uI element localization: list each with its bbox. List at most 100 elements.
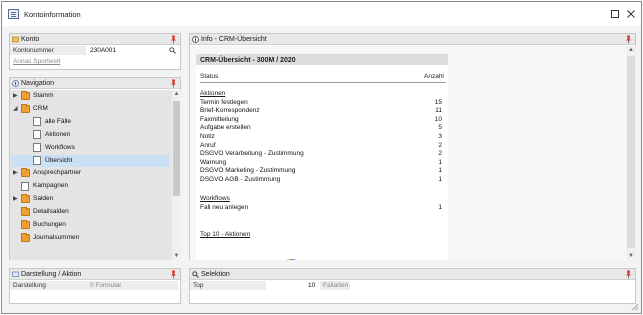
darstellung-label: Darstellung: [13, 282, 46, 289]
pin-icon[interactable]: [625, 35, 632, 44]
report-row-label: Aufgabe erstellen: [200, 124, 251, 132]
nav-item[interactable]: alle Fälle: [11, 116, 169, 128]
search-icon[interactable]: [169, 47, 176, 54]
report-row-count: 1: [438, 167, 442, 175]
navigation-scrollbar[interactable]: ▲ ▼: [172, 90, 181, 260]
fallarten-input[interactable]: [350, 281, 634, 290]
nav-item[interactable]: Kampagnen: [11, 180, 169, 192]
nav-item[interactable]: ▶ Stamm: [11, 90, 169, 102]
nav-item[interactable]: Detailsalden: [11, 206, 169, 218]
workflows-section-link[interactable]: Workflows: [200, 195, 230, 202]
report-row-count: 2: [438, 141, 442, 149]
navigation-panel-title: Navigation: [21, 80, 55, 87]
report-row-count: 5: [438, 124, 442, 132]
nav-item[interactable]: Workflows: [11, 142, 169, 154]
scroll-up-icon[interactable]: ▲: [626, 47, 636, 53]
resize-grip-icon[interactable]: [631, 303, 639, 311]
document-icon: [33, 117, 41, 127]
report-row-label: DSGVO AGB - Zustimmung: [200, 175, 281, 183]
pin-icon[interactable]: [625, 270, 632, 279]
top-input[interactable]: 10: [308, 282, 315, 289]
konto-panel-title: Konto: [21, 36, 40, 43]
document-icon: [33, 130, 41, 140]
info-content: CRM-Übersicht - 300M / 2020 Status Anzah…: [190, 46, 626, 260]
pin-icon[interactable]: [170, 79, 177, 88]
account-icon: [12, 36, 19, 43]
folder-icon: [21, 194, 30, 204]
selektion-panel: Selektion Top 10 Fallarten: [189, 268, 636, 304]
document-icon: [33, 156, 41, 165]
expand-icon[interactable]: ▶: [13, 196, 19, 202]
navigation-scroll-thumb[interactable]: [173, 101, 180, 196]
pin-icon[interactable]: [170, 270, 177, 279]
info-panel-header: Info - CRM-Übersicht: [190, 34, 635, 45]
nav-item[interactable]: Übersicht: [11, 154, 169, 167]
info-scrollbar[interactable]: ▲ ▼: [626, 46, 636, 260]
nav-item[interactable]: ◢ CRM: [11, 103, 169, 115]
nav-item[interactable]: ▶ Ansprechpartner: [11, 167, 169, 179]
top10-section-link[interactable]: Top 10 - Aktionen: [200, 231, 250, 238]
nav-item-label: Kampagnen: [33, 182, 69, 190]
pin-icon[interactable]: [170, 35, 177, 44]
navigation-panel: Navigation ▶ Stamm ◢ CRM alle Fälle Aktionen W…: [9, 77, 181, 260]
report-row-count: 11: [435, 107, 442, 115]
nav-item[interactable]: ▶ Salden: [11, 193, 169, 205]
info-panel-title: Info - CRM-Übersicht: [201, 36, 267, 43]
folder-icon: [21, 91, 30, 100]
darstellung-select[interactable]: 0 Formular: [88, 281, 178, 290]
scroll-down-icon[interactable]: ▼: [172, 253, 181, 259]
nav-item[interactable]: Aktionen: [11, 129, 169, 141]
darstellung-panel-title: Darstellung / Aktion: [21, 271, 82, 278]
info-scroll-thumb[interactable]: [627, 56, 635, 248]
navigation-panel-header: Navigation: [10, 78, 180, 89]
konto-panel-header: Konto: [10, 34, 180, 45]
konto-window: Kontoinformation Konto Kontonummer 230A0…: [1, 1, 642, 314]
nav-item-label: Detailsalden: [33, 208, 69, 216]
nav-item-label: Buchungen: [33, 221, 66, 228]
report-row-label: Warnung: [200, 158, 227, 166]
nav-item-label: Salden: [33, 195, 54, 203]
report-row-label: Notiz: [200, 132, 215, 140]
maximize-button[interactable]: [608, 7, 622, 21]
report-row-label: Anruf: [200, 141, 216, 149]
folder-icon: [21, 168, 30, 178]
nav-item[interactable]: Buchungen: [11, 219, 169, 231]
report-row-count: 1: [438, 158, 442, 166]
window-title: Kontoinformation: [24, 10, 81, 19]
folder-icon: [21, 232, 30, 242]
report-row-count: 1: [438, 204, 442, 211]
scroll-up-icon[interactable]: ▲: [172, 91, 181, 97]
kontonummer-input[interactable]: 230A001: [90, 47, 116, 54]
report-row-label: Faxmitteilung: [200, 115, 239, 123]
folder-icon: [21, 207, 30, 217]
form-icon: [8, 9, 19, 19]
crm-report: CRM-Übersicht - 300M / 2020 Status Anzah…: [196, 54, 448, 260]
report-row-count: 10: [434, 115, 442, 123]
kontonummer-label: Kontonummer: [13, 47, 54, 54]
report-row-label: DSGVO Marketing - Zustimmung: [200, 167, 296, 175]
report-row-count: 1: [438, 175, 442, 183]
nav-item-label: Stamm: [33, 92, 54, 99]
aktionen-section-link[interactable]: Aktionen: [200, 90, 225, 97]
darstellung-panel-header: Darstellung / Aktion: [10, 269, 180, 280]
close-button[interactable]: [624, 7, 638, 21]
selektion-panel-title: Selektion: [201, 271, 230, 278]
report-row-count: 2: [438, 150, 442, 158]
scroll-down-icon[interactable]: ▼: [626, 253, 636, 259]
expand-icon[interactable]: ▶: [13, 170, 19, 176]
nav-item-label: alle Fälle: [45, 117, 72, 125]
info-icon: [192, 36, 199, 43]
nav-item-label: Ansprechpartner: [33, 169, 82, 177]
nav-item-label: Aktionen: [45, 130, 71, 138]
document-icon: [21, 181, 29, 191]
display-icon: [12, 271, 19, 277]
collapse-icon[interactable]: ◢: [13, 106, 19, 112]
navigation-icon: [12, 80, 19, 87]
fallarten-label: Fallarten: [323, 282, 349, 289]
top-label: Top: [193, 282, 204, 289]
report-row-label: DSGVO Verarbeitung - Zustimmung: [200, 150, 304, 158]
nav-item[interactable]: Journalsummen: [11, 232, 169, 244]
konto-name-link[interactable]: Annas Sportwelt: [13, 58, 60, 65]
konto-panel: Konto Kontonummer 230A001 Annas Sportwel…: [9, 33, 181, 70]
expand-icon[interactable]: ▶: [13, 93, 19, 99]
